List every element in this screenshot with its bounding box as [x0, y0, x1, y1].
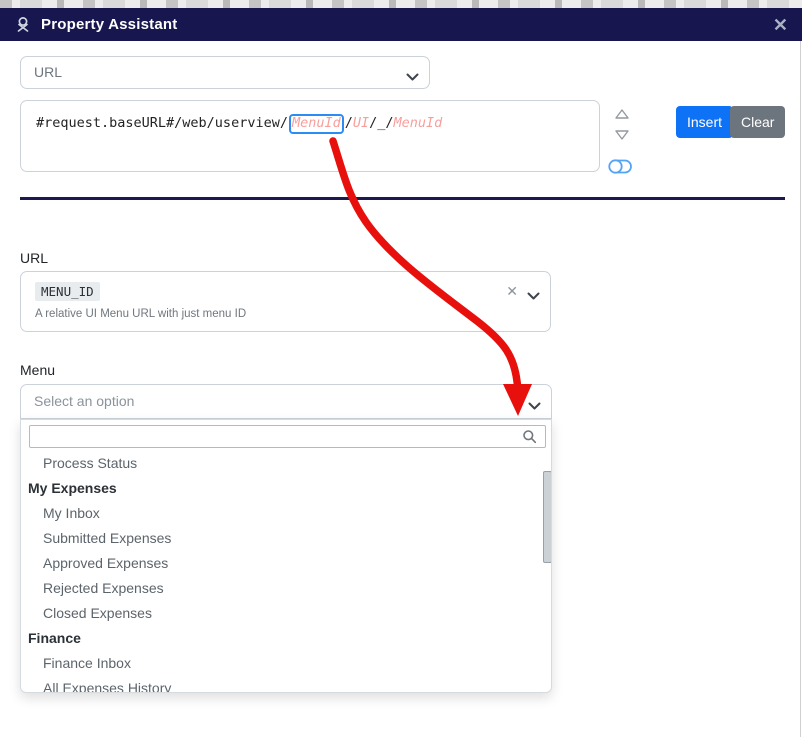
- menu-option[interactable]: My Inbox: [21, 501, 541, 526]
- modal-header: Property Assistant ✕: [0, 8, 802, 41]
- chevron-down-icon: [528, 398, 541, 416]
- modal-title: Property Assistant: [41, 16, 177, 33]
- clear-button[interactable]: Clear: [730, 106, 785, 138]
- clear-selection-icon[interactable]: ✕: [506, 284, 518, 298]
- menu-group-header: My Expenses: [21, 476, 541, 501]
- property-type-value: URL: [34, 57, 62, 88]
- url-section-label: URL: [20, 250, 48, 266]
- property-type-select[interactable]: URL: [20, 56, 430, 89]
- expression-text: #request.baseURL#/web/userview/MenuId/UI…: [36, 114, 442, 134]
- expression-editor[interactable]: #request.baseURL#/web/userview/MenuId/UI…: [20, 100, 600, 172]
- url-helper-text: A relative UI Menu URL with just menu ID: [35, 308, 246, 320]
- property-assistant-icon: [14, 16, 32, 34]
- chevron-down-icon: [527, 288, 540, 306]
- menu-option[interactable]: Submitted Expenses: [21, 526, 541, 551]
- arrow-down-icon[interactable]: [609, 128, 635, 146]
- menu-option[interactable]: All Expenses History: [21, 676, 541, 693]
- url-selected-chip: MENU_ID: [35, 282, 100, 301]
- menu-group-header: Finance: [21, 626, 541, 651]
- expression-segment: #request.baseURL#/web/userview/: [36, 115, 288, 131]
- menu-option[interactable]: Rejected Expenses: [21, 576, 541, 601]
- close-icon[interactable]: ✕: [773, 16, 788, 34]
- menu-select[interactable]: Select an option: [20, 384, 552, 419]
- arrow-up-icon[interactable]: [609, 107, 635, 125]
- menu-search-box: [29, 425, 546, 448]
- expression-param[interactable]: MenuId: [394, 115, 443, 131]
- toggle-icon[interactable]: [607, 158, 633, 180]
- menu-option-list: Process Status My Expenses My Inbox Subm…: [21, 451, 541, 693]
- menu-option[interactable]: Approved Expenses: [21, 551, 541, 576]
- background-page-sliver: [0, 0, 802, 8]
- menu-dropdown-panel: Process Status My Expenses My Inbox Subm…: [20, 419, 552, 693]
- expression-stepper: [609, 104, 635, 149]
- menu-option[interactable]: Finance Inbox: [21, 651, 541, 676]
- expression-segment: /_/: [369, 115, 393, 131]
- menu-option[interactable]: Closed Expenses: [21, 601, 541, 626]
- expression-param[interactable]: UI: [353, 115, 369, 131]
- chevron-down-icon: [406, 69, 419, 87]
- menu-select-placeholder: Select an option: [34, 385, 134, 418]
- url-variable-select[interactable]: MENU_ID A relative UI Menu URL with just…: [20, 271, 551, 332]
- menu-section-label: Menu: [20, 362, 55, 378]
- search-icon: [522, 429, 537, 449]
- expression-param-selected[interactable]: MenuId: [289, 114, 344, 134]
- modal-right-border: [800, 40, 801, 737]
- section-divider: [20, 197, 785, 200]
- menu-search-input[interactable]: [36, 427, 520, 448]
- dropdown-scrollbar[interactable]: [543, 471, 552, 563]
- expression-segment: /: [345, 115, 353, 131]
- menu-option[interactable]: Process Status: [21, 451, 541, 476]
- insert-button[interactable]: Insert: [676, 106, 733, 138]
